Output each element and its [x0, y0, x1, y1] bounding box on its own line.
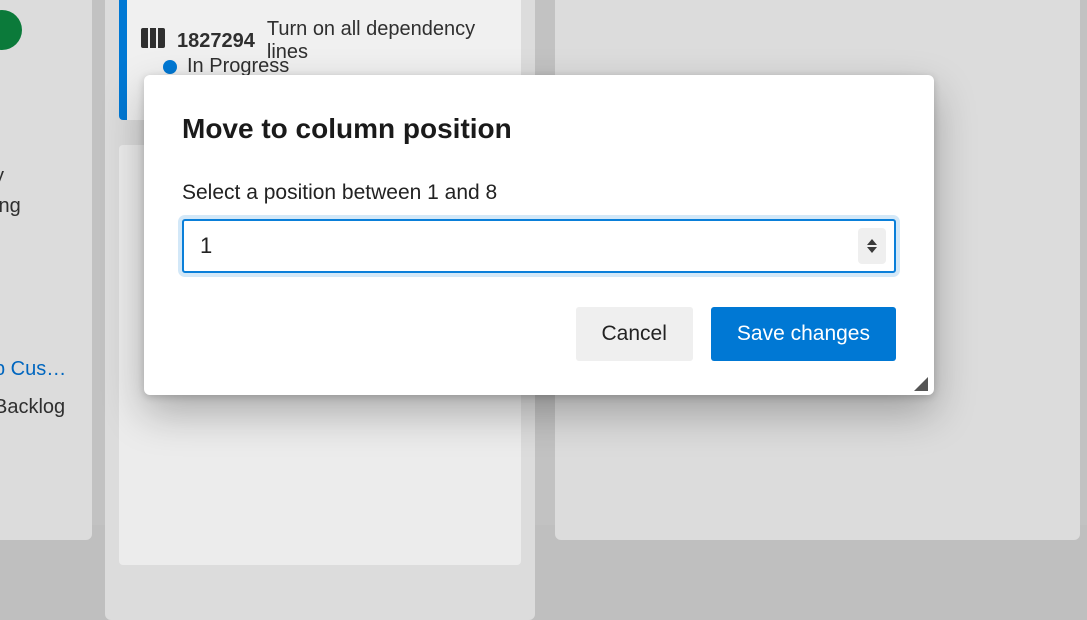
- chevron-up-icon[interactable]: [867, 239, 877, 245]
- move-to-column-dialog: Move to column position Select a positio…: [144, 75, 934, 395]
- modal-overlay: Move to column position Select a positio…: [0, 0, 1087, 525]
- number-stepper[interactable]: [858, 228, 886, 264]
- save-changes-button[interactable]: Save changes: [711, 307, 896, 361]
- position-input[interactable]: [182, 219, 896, 273]
- resize-handle-icon[interactable]: [914, 377, 928, 391]
- chevron-down-icon[interactable]: [867, 247, 877, 253]
- cancel-button[interactable]: Cancel: [576, 307, 693, 361]
- dialog-title: Move to column position: [182, 113, 896, 145]
- position-label: Select a position between 1 and 8: [182, 181, 896, 205]
